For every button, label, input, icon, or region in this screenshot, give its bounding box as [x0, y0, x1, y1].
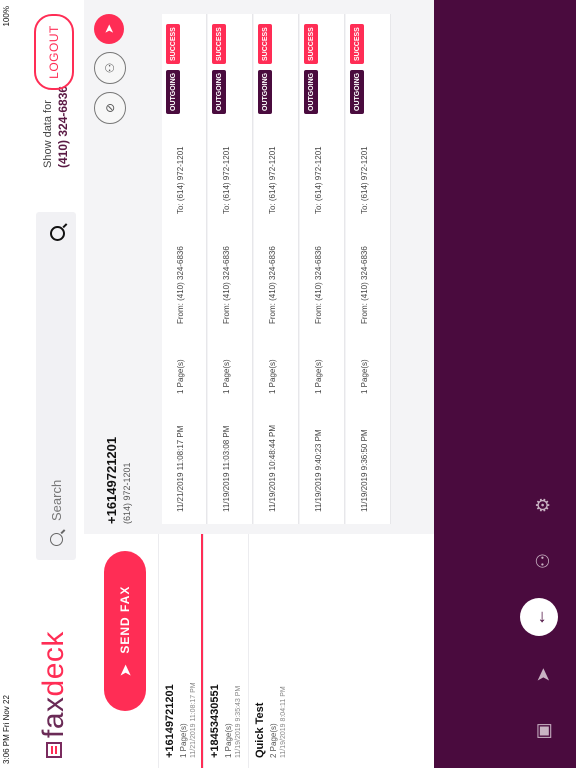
list-item[interactable]: +16149721201 1 Page(s) 11/21/2019 11:08:…: [158, 534, 204, 768]
block-button[interactable]: ⊘: [94, 92, 126, 124]
row-datetime: 11/19/2019 11:03:08 PM: [222, 425, 231, 512]
status-badge: SUCCESS: [304, 24, 318, 64]
detail-panel: +16149721201 (614) 972-1201 ⊘ ⚇ ➤ 11/21/…: [84, 0, 434, 534]
status-bar: 3:06 PM Fri Nov 22 100%: [0, 0, 14, 768]
row-from: From: (410) 324-6836: [222, 246, 231, 324]
search-placeholder: Search: [48, 479, 64, 521]
row-to: To: (614) 972-1201: [314, 146, 323, 214]
row-to: To: (614) 972-1201: [222, 146, 231, 214]
list-item[interactable]: +18453430551 1 Page(s) 11/19/2019 9:35:4…: [203, 534, 249, 768]
screen: 3:06 PM Fri Nov 22 100% faxdeck Search S…: [0, 0, 576, 768]
search-icon: [49, 533, 63, 546]
list-item-pages: 1 Page(s): [224, 723, 233, 758]
table-row[interactable]: 11/21/2019 11:08:17 PM 1 Page(s) From: (…: [162, 14, 207, 524]
block-icon: ⊘: [103, 102, 117, 114]
row-datetime: 11/19/2019 10:48:44 PM: [268, 424, 277, 512]
faxdeck-app: 3:06 PM Fri Nov 22 100% faxdeck Search S…: [0, 0, 576, 768]
row-datetime: 11/21/2019 11:08:17 PM: [176, 425, 185, 512]
battery-level: 100%: [2, 6, 11, 27]
row-from: From: (410) 324-6836: [314, 246, 323, 324]
send-fax-label: SEND FAX: [118, 585, 132, 654]
contacts-icon[interactable]: ⚇: [524, 542, 562, 580]
send-fax-button[interactable]: ➤ SEND FAX: [104, 551, 146, 711]
row-datetime: 11/19/2019 9:36:50 PM: [360, 429, 369, 512]
logo-text: faxdeck: [37, 631, 70, 738]
list-item[interactable]: Quick Test 2 Page(s) 11/19/2019 8:04:11 …: [248, 534, 294, 768]
add-contact-button[interactable]: ⚇: [94, 52, 126, 84]
status-badge: SUCCESS: [166, 24, 180, 64]
table-row[interactable]: 11/19/2019 10:48:44 PM 1 Page(s) From: (…: [254, 14, 299, 524]
list-item-date: 11/19/2019 8:04:11 PM: [280, 686, 287, 758]
search-submit-icon[interactable]: [50, 226, 65, 241]
list-item-date: 11/21/2019 11:08:17 PM: [190, 682, 197, 758]
row-from: From: (410) 324-6836: [268, 246, 277, 324]
list-item-title: +18453430551: [209, 684, 221, 758]
row-to: To: (614) 972-1201: [176, 146, 185, 214]
table-row[interactable]: 11/19/2019 9:36:50 PM 1 Page(s) From: (4…: [346, 14, 391, 524]
direction-badge: OUTGOING: [212, 69, 226, 114]
bottom-nav-bar: ▣ ➤ ← ⚇ ⚙: [434, 0, 576, 768]
transmission-list-panel: ➤ SEND FAX +16149721201 1 Page(s) 11/21/…: [84, 533, 434, 768]
logout-button[interactable]: LOGOUT: [34, 14, 74, 90]
inbox-icon[interactable]: ▣: [524, 712, 562, 750]
list-item-pages: 2 Page(s): [269, 723, 278, 758]
direction-badge: OUTGOING: [258, 69, 272, 114]
table-row[interactable]: 11/19/2019 11:03:08 PM 1 Page(s) From: (…: [208, 14, 253, 524]
status-badge: SUCCESS: [212, 24, 226, 64]
row-from: From: (410) 324-6836: [176, 246, 185, 324]
settings-gear-icon[interactable]: ⚙: [524, 486, 562, 524]
search-field[interactable]: Search: [36, 212, 76, 560]
row-from: From: (410) 324-6836: [360, 246, 369, 324]
list-item-title: +16149721201: [164, 684, 176, 758]
detail-title: +16149721201: [104, 436, 119, 524]
detail-actions: ⊘ ⚇ ➤: [94, 14, 134, 124]
status-badge: SUCCESS: [350, 24, 364, 64]
detail-subtitle: (614) 972-1201: [122, 462, 132, 524]
list-item-date: 11/19/2019 9:35:43 PM: [235, 685, 242, 758]
list-item-title: Quick Test: [254, 702, 266, 758]
row-pages: 1 Page(s): [176, 359, 185, 394]
paper-plane-icon: ➤: [102, 23, 116, 35]
table-row[interactable]: 11/19/2019 9:40:23 PM 1 Page(s) From: (4…: [300, 14, 345, 524]
send-to-number-button[interactable]: ➤: [94, 14, 124, 44]
direction-badge: OUTGOING: [304, 69, 318, 114]
row-pages: 1 Page(s): [222, 359, 231, 394]
row-pages: 1 Page(s): [268, 359, 277, 394]
top-bar: faxdeck Search Show data for (410) 324-6…: [14, 0, 85, 768]
send-icon[interactable]: ➤: [524, 656, 562, 694]
add-contact-icon: ⚇: [103, 62, 117, 74]
row-to: To: (614) 972-1201: [360, 146, 369, 214]
status-time: 3:06 PM Fri Nov 22: [2, 695, 11, 764]
logo-mark-icon: [46, 742, 62, 758]
direction-badge: OUTGOING: [350, 69, 364, 114]
logout-arrow-icon[interactable]: ←: [520, 598, 558, 636]
paper-plane-icon: ➤: [116, 663, 133, 677]
faxdeck-logo: faxdeck: [34, 631, 74, 758]
row-to: To: (614) 972-1201: [268, 146, 277, 214]
row-pages: 1 Page(s): [360, 359, 369, 394]
list-item-pages: 1 Page(s): [179, 723, 188, 758]
row-pages: 1 Page(s): [314, 359, 323, 394]
status-badge: SUCCESS: [258, 24, 272, 64]
row-datetime: 11/19/2019 9:40:23 PM: [314, 429, 323, 512]
direction-badge: OUTGOING: [166, 69, 180, 114]
